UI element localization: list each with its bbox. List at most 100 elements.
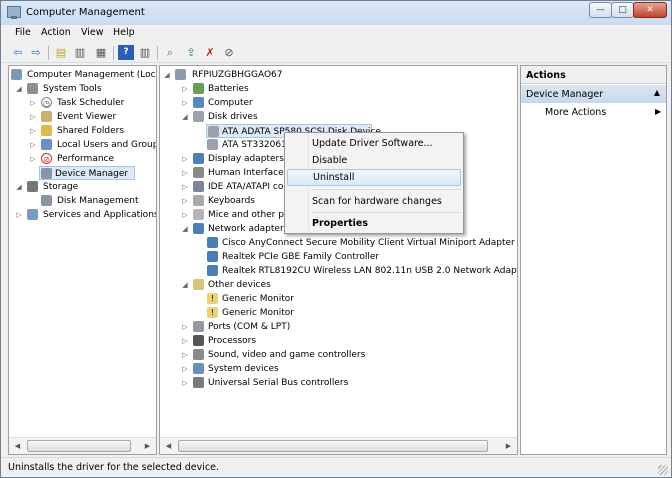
tree-label: Device Manager	[55, 169, 129, 179]
disk-drive-icon	[193, 111, 204, 122]
monitor-icon	[193, 97, 204, 108]
expand-arrow-icon[interactable]: ▷	[29, 96, 37, 110]
tree-label: Ports (COM & LPT)	[208, 322, 291, 332]
tree-label: Mice and other po	[208, 210, 290, 220]
expand-arrow-icon[interactable]: ▷	[181, 362, 189, 376]
forward-arrow-icon[interactable]: ⇨	[28, 45, 44, 60]
event-viewer-icon	[41, 111, 52, 122]
scan-hardware-icon[interactable]: ⌕	[162, 45, 178, 60]
tree-label: Realtek RTL8192CU Wireless LAN 802.11n U…	[222, 266, 518, 276]
actions-section-label: Device Manager	[526, 89, 604, 100]
left-horizontal-scrollbar[interactable]: ◀ ▶	[9, 437, 156, 454]
tree-label: Keyboards	[208, 196, 255, 206]
battery-icon	[193, 83, 204, 94]
shared-folder-icon	[41, 125, 52, 136]
collapse-arrow-icon[interactable]: ◢	[163, 68, 171, 82]
tree-label: Performance	[57, 154, 115, 164]
maximize-button[interactable]: □	[611, 2, 634, 18]
computer-management-icon	[7, 6, 21, 19]
actions-section-device-manager[interactable]: Device Manager ▲	[521, 85, 666, 103]
menu-view[interactable]: View	[81, 27, 104, 38]
collapse-arrow-icon[interactable]: ◢	[15, 82, 23, 96]
expand-arrow-icon[interactable]: ▷	[181, 348, 189, 362]
resize-grip-icon[interactable]	[658, 465, 668, 475]
expand-arrow-icon[interactable]: ▷	[181, 82, 189, 96]
context-menu: Update Driver Software... Disable Uninst…	[284, 132, 464, 234]
users-icon	[41, 139, 52, 150]
computer-management-icon	[11, 69, 22, 80]
tree-label: Local Users and Groups	[57, 140, 157, 150]
collapse-arrow-icon[interactable]: ◢	[15, 180, 23, 194]
menu-action[interactable]: Action	[41, 27, 71, 38]
expand-arrow-icon[interactable]: ▷	[181, 194, 189, 208]
network-adapter-icon	[207, 265, 218, 276]
collapse-arrow-icon[interactable]: ◢	[181, 222, 189, 236]
clock-icon: ◷	[41, 97, 52, 108]
back-arrow-icon[interactable]: ⇦	[10, 45, 26, 60]
menu-file[interactable]: File	[15, 27, 31, 38]
uninstall-device-icon[interactable]: ✗	[202, 45, 218, 60]
scroll-left-icon[interactable]: ◀	[160, 438, 177, 454]
expand-arrow-icon[interactable]: ▷	[181, 208, 189, 222]
menu-item-scan-hardware[interactable]: Scan for hardware changes	[287, 193, 461, 210]
computer-management-window: Computer Management — □ ✕ File Action Vi…	[0, 0, 672, 478]
scroll-right-icon[interactable]: ▶	[139, 438, 156, 454]
menu-bar: File Action View Help	[1, 25, 671, 43]
tree-item-device-manager[interactable]: Device Manager	[39, 166, 135, 180]
update-driver-icon[interactable]: ⇪	[183, 45, 199, 60]
expand-arrow-icon[interactable]: ▷	[29, 124, 37, 138]
expand-arrow-icon[interactable]: ▷	[181, 334, 189, 348]
expand-arrow-icon[interactable]: ▷	[15, 208, 23, 222]
expand-arrow-icon[interactable]: ▷	[181, 166, 189, 180]
menu-item-update-driver[interactable]: Update Driver Software...	[287, 135, 461, 152]
menu-item-uninstall[interactable]: Uninstall	[287, 169, 461, 186]
network-adapter-icon	[207, 237, 218, 248]
expand-arrow-icon[interactable]: ▷	[181, 152, 189, 166]
collapse-up-icon[interactable]: ▲	[654, 88, 660, 97]
more-actions-link[interactable]: More Actions	[545, 107, 606, 118]
toolbar-separator	[113, 46, 114, 60]
menu-item-properties[interactable]: Properties	[287, 215, 461, 232]
navigation-tree-pane: Computer Management (Local ◢ System Tool…	[8, 65, 157, 455]
port-icon	[193, 321, 204, 332]
tree-label: Generic Monitor	[222, 308, 294, 318]
tree-label: Processors	[208, 336, 257, 346]
collapse-arrow-icon[interactable]: ◢	[181, 278, 189, 292]
up-folder-icon[interactable]: ▤	[53, 45, 69, 60]
show-hide-tree-icon[interactable]: ▥	[72, 45, 88, 60]
expand-arrow-icon[interactable]: ▷	[181, 96, 189, 110]
context-menu-separator	[312, 212, 461, 213]
tree-label: Computer	[208, 98, 253, 108]
tree-label: Services and Applications	[43, 210, 157, 220]
show-hide-action-pane-icon[interactable]: ▥	[137, 45, 153, 60]
collapse-arrow-icon[interactable]: ◢	[181, 110, 189, 124]
expand-arrow-icon[interactable]: ▷	[29, 110, 37, 124]
expand-arrow-icon[interactable]: ▷	[29, 138, 37, 152]
tree-label: Display adapters	[208, 154, 284, 164]
context-menu-separator	[312, 189, 461, 190]
scrollbar-thumb[interactable]	[27, 440, 131, 452]
help-icon[interactable]: ?	[118, 45, 134, 60]
title-bar[interactable]: Computer Management — □ ✕	[1, 1, 671, 25]
expand-arrow-icon[interactable]: ▷	[181, 180, 189, 194]
tree-label: Event Viewer	[57, 112, 117, 122]
status-bar: Uninstalls the driver for the selected d…	[1, 457, 671, 477]
scroll-right-icon[interactable]: ▶	[500, 438, 517, 454]
disk-drive-icon	[208, 126, 219, 137]
expand-arrow-icon[interactable]: ▷	[181, 376, 189, 390]
export-list-icon[interactable]: ▦	[93, 45, 109, 60]
submenu-arrow-icon: ▶	[655, 107, 662, 116]
mouse-icon	[193, 209, 204, 220]
disable-device-icon[interactable]: ⊘	[221, 45, 237, 60]
scrollbar-thumb[interactable]	[178, 440, 488, 452]
menu-item-disable[interactable]: Disable	[287, 152, 461, 169]
menu-help[interactable]: Help	[113, 27, 135, 38]
device-manager-icon	[41, 168, 52, 179]
close-button[interactable]: ✕	[633, 2, 667, 18]
expand-arrow-icon[interactable]: ▷	[181, 320, 189, 334]
expand-arrow-icon[interactable]: ▷	[29, 152, 37, 166]
middle-horizontal-scrollbar[interactable]: ◀ ▶	[160, 437, 517, 454]
minimize-button[interactable]: —	[589, 2, 612, 18]
tree-label: Task Scheduler	[57, 98, 125, 108]
scroll-left-icon[interactable]: ◀	[9, 438, 26, 454]
